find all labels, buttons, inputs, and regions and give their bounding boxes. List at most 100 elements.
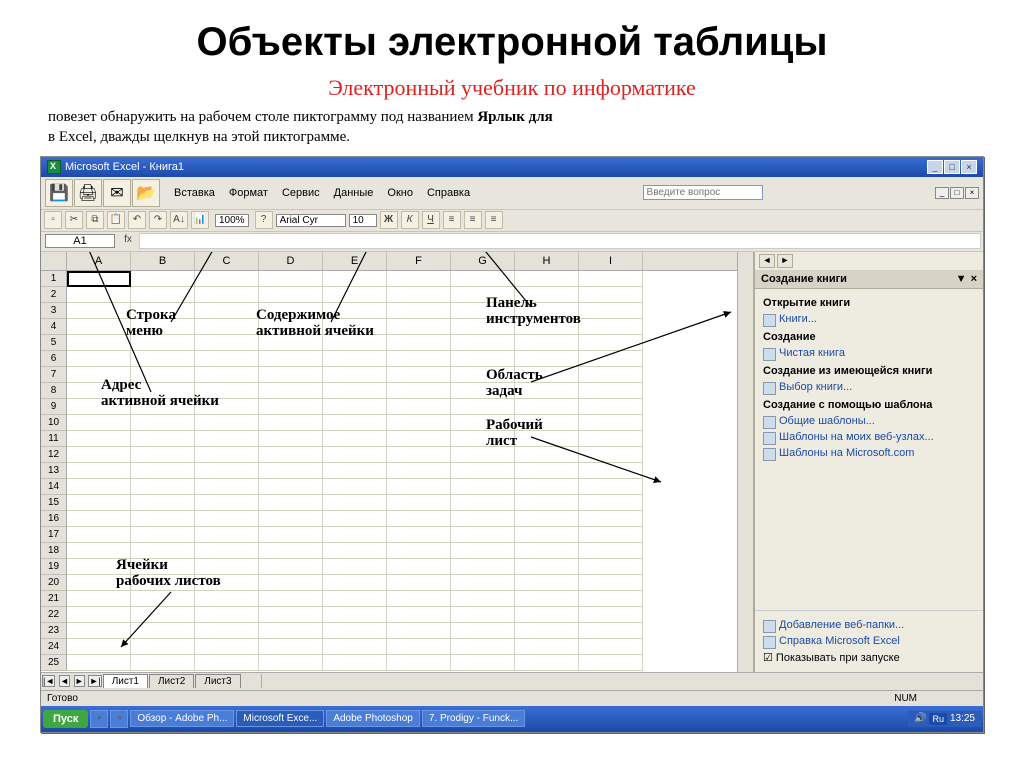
cell[interactable] xyxy=(451,495,515,511)
cell[interactable] xyxy=(195,351,259,367)
col-header-a[interactable]: A xyxy=(67,252,131,270)
cell[interactable] xyxy=(515,575,579,591)
align-center-icon[interactable]: ≡ xyxy=(464,211,482,229)
cell[interactable] xyxy=(387,559,451,575)
cell[interactable] xyxy=(67,415,131,431)
cell[interactable] xyxy=(387,319,451,335)
cell[interactable] xyxy=(67,623,131,639)
cell[interactable] xyxy=(323,335,387,351)
cell[interactable] xyxy=(323,287,387,303)
cell[interactable] xyxy=(259,527,323,543)
tp-link-books[interactable]: Книги... xyxy=(763,311,975,327)
print-icon[interactable]: 🖨 xyxy=(74,179,102,207)
row-header[interactable]: 18 xyxy=(41,543,67,559)
cell[interactable] xyxy=(515,559,579,575)
cell[interactable] xyxy=(579,383,643,399)
cell[interactable] xyxy=(259,543,323,559)
cell[interactable] xyxy=(323,415,387,431)
sheet-nav-next[interactable]: ► xyxy=(74,675,85,687)
row-header[interactable]: 12 xyxy=(41,447,67,463)
cell[interactable] xyxy=(131,463,195,479)
cell[interactable] xyxy=(323,351,387,367)
cell[interactable] xyxy=(323,271,387,287)
cell[interactable] xyxy=(515,319,579,335)
cell[interactable] xyxy=(579,399,643,415)
italic-icon[interactable]: К xyxy=(401,211,419,229)
cell[interactable] xyxy=(195,431,259,447)
cell[interactable] xyxy=(259,303,323,319)
cell[interactable] xyxy=(515,639,579,655)
cell[interactable] xyxy=(259,511,323,527)
cell[interactable] xyxy=(387,287,451,303)
row-header[interactable]: 1 xyxy=(41,271,67,287)
cut-icon[interactable]: ✂ xyxy=(65,211,83,229)
vertical-scrollbar[interactable] xyxy=(737,252,753,672)
cell[interactable] xyxy=(387,383,451,399)
tp-fwd-icon[interactable]: ► xyxy=(777,254,793,268)
row-header[interactable]: 22 xyxy=(41,607,67,623)
cell[interactable] xyxy=(387,399,451,415)
cell[interactable] xyxy=(323,575,387,591)
cell[interactable] xyxy=(579,367,643,383)
cell[interactable] xyxy=(323,383,387,399)
cell[interactable] xyxy=(195,319,259,335)
cell[interactable] xyxy=(195,607,259,623)
bold-icon[interactable]: Ж xyxy=(380,211,398,229)
cell[interactable] xyxy=(579,287,643,303)
row-header[interactable]: 19 xyxy=(41,559,67,575)
sheet-tab-3[interactable]: Лист3 xyxy=(195,674,240,688)
cell[interactable] xyxy=(515,591,579,607)
save-icon[interactable]: 💾 xyxy=(45,179,73,207)
cell[interactable] xyxy=(131,383,195,399)
chart-icon[interactable]: 📊 xyxy=(191,211,209,229)
row-header[interactable]: 15 xyxy=(41,495,67,511)
cell[interactable] xyxy=(67,575,131,591)
open-icon[interactable]: 📂 xyxy=(132,179,160,207)
cell[interactable] xyxy=(67,335,131,351)
cell[interactable] xyxy=(131,575,195,591)
mdi-restore[interactable]: □ xyxy=(950,187,964,199)
row-header[interactable]: 9 xyxy=(41,399,67,415)
cell[interactable] xyxy=(67,527,131,543)
cell[interactable] xyxy=(451,655,515,671)
paste-icon[interactable]: 📋 xyxy=(107,211,125,229)
cell[interactable] xyxy=(579,543,643,559)
cell[interactable] xyxy=(451,511,515,527)
row-header[interactable]: 11 xyxy=(41,431,67,447)
cell[interactable] xyxy=(323,527,387,543)
tp-link-blank[interactable]: Чистая книга xyxy=(763,345,975,361)
row-header[interactable]: 25 xyxy=(41,655,67,671)
cell[interactable] xyxy=(67,431,131,447)
close-button[interactable]: × xyxy=(961,160,977,174)
cell[interactable] xyxy=(259,463,323,479)
cell[interactable] xyxy=(323,655,387,671)
cell[interactable] xyxy=(195,447,259,463)
cell[interactable] xyxy=(195,415,259,431)
cell[interactable] xyxy=(387,575,451,591)
cell[interactable] xyxy=(131,639,195,655)
cell[interactable] xyxy=(323,367,387,383)
cell[interactable] xyxy=(387,303,451,319)
cell[interactable] xyxy=(195,303,259,319)
cell[interactable] xyxy=(579,431,643,447)
row-header[interactable]: 8 xyxy=(41,383,67,399)
menu-format[interactable]: Формат xyxy=(223,185,274,201)
cell[interactable] xyxy=(515,287,579,303)
cell[interactable] xyxy=(515,511,579,527)
cell[interactable] xyxy=(579,607,643,623)
cell[interactable] xyxy=(67,303,131,319)
row-header[interactable]: 20 xyxy=(41,575,67,591)
cell[interactable] xyxy=(259,591,323,607)
cell[interactable] xyxy=(131,415,195,431)
cell[interactable] xyxy=(451,575,515,591)
menu-data[interactable]: Данные xyxy=(328,185,380,201)
cell[interactable] xyxy=(67,591,131,607)
cell[interactable] xyxy=(259,623,323,639)
cell[interactable] xyxy=(579,559,643,575)
row-header[interactable]: 14 xyxy=(41,479,67,495)
cell[interactable] xyxy=(451,543,515,559)
cell[interactable] xyxy=(515,495,579,511)
cell[interactable] xyxy=(131,543,195,559)
cell[interactable] xyxy=(195,559,259,575)
cell[interactable] xyxy=(387,367,451,383)
